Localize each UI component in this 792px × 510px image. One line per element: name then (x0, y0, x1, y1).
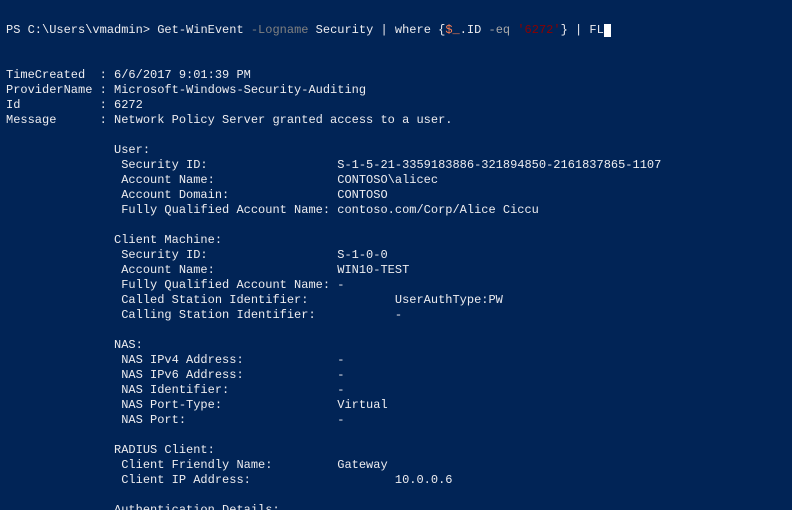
dotid: .ID (460, 23, 482, 37)
section-radius: RADIUS Client: (6, 443, 215, 457)
nas-port: NAS Port: - (6, 413, 344, 427)
powershell-terminal[interactable]: PS C:\Users\vmadmin> Get-WinEvent -Logna… (0, 0, 792, 510)
variable: $_ (445, 23, 459, 37)
user-account-domain: Account Domain: CONTOSO (6, 188, 388, 202)
nas-ipv6: NAS IPv6 Address: - (6, 368, 344, 382)
nas-ipv4: NAS IPv4 Address: - (6, 353, 344, 367)
arg-security: Security (316, 23, 374, 37)
section-auth: Authentication Details: (6, 503, 280, 510)
cmd-get-winevent: Get-WinEvent (157, 23, 243, 37)
brace-close: } (561, 23, 568, 37)
cmd-where: where (395, 23, 431, 37)
section-user: User: (6, 143, 150, 157)
cursor (604, 24, 611, 37)
operator-eq: -eq (489, 23, 511, 37)
cmd-fl: FL (589, 23, 603, 37)
output-timecreated: TimeCreated : 6/6/2017 9:01:39 PM (6, 68, 251, 82)
cm-called-station: Called Station Identifier: UserAuthType:… (6, 293, 503, 307)
pipe: | (575, 23, 582, 37)
prompt-line: PS C:\Users\vmadmin> Get-WinEvent -Logna… (6, 23, 611, 37)
section-client-machine: Client Machine: (6, 233, 222, 247)
cm-account-name: Account Name: WIN10-TEST (6, 263, 409, 277)
pipe: | (380, 23, 387, 37)
user-fqan: Fully Qualified Account Name: contoso.co… (6, 203, 539, 217)
output-id: Id : 6272 (6, 98, 143, 112)
user-security-id: Security ID: S-1-5-21-3359183886-3218948… (6, 158, 661, 172)
nas-port-type: NAS Port-Type: Virtual (6, 398, 388, 412)
user-account-name: Account Name: CONTOSO\alicec (6, 173, 438, 187)
output-providername: ProviderName : Microsoft-Windows-Securit… (6, 83, 366, 97)
cm-security-id: Security ID: S-1-0-0 (6, 248, 388, 262)
ps-prompt: PS C:\Users\vmadmin> (6, 23, 150, 37)
cm-calling-station: Calling Station Identifier: - (6, 308, 402, 322)
output-message: Message : Network Policy Server granted … (6, 113, 452, 127)
nas-identifier: NAS Identifier: - (6, 383, 344, 397)
radius-ip: Client IP Address: 10.0.0.6 (6, 473, 452, 487)
param-logname: -Logname (251, 23, 309, 37)
section-nas: NAS: (6, 338, 143, 352)
string-6272: '6272' (517, 23, 560, 37)
radius-friendly-name: Client Friendly Name: Gateway (6, 458, 388, 472)
cm-fqan: Fully Qualified Account Name: - (6, 278, 344, 292)
